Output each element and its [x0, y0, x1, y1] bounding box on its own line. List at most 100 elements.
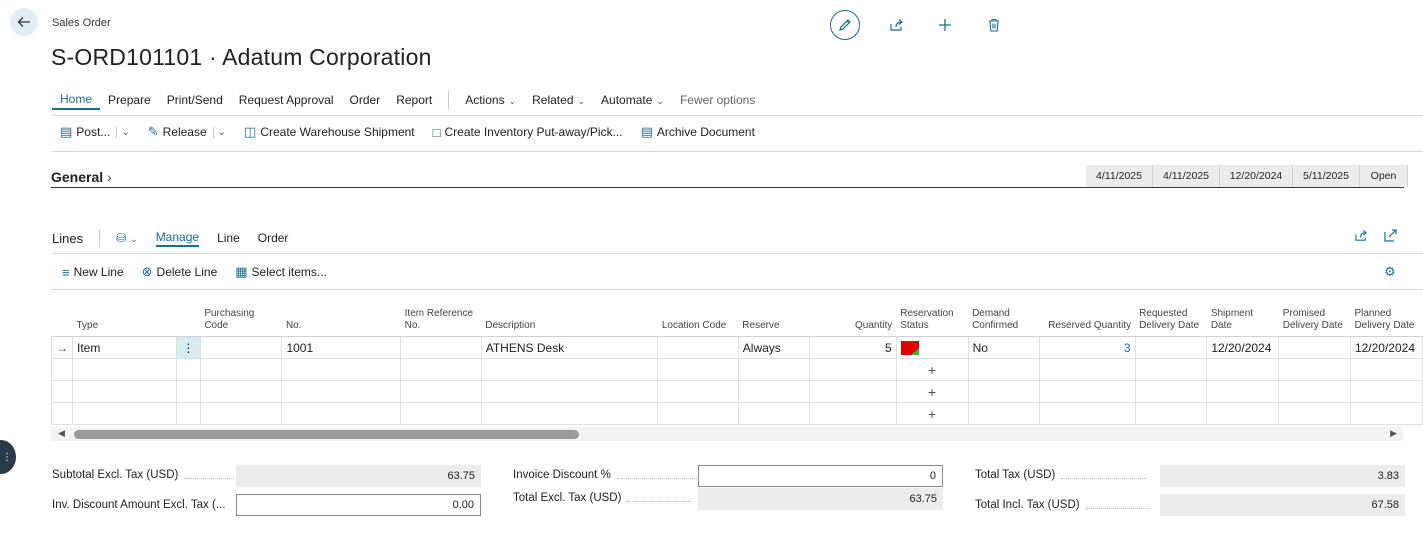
- scrollbar-thumb[interactable]: [74, 430, 579, 439]
- add-reservation-icon[interactable]: +: [895, 402, 969, 425]
- total-excl-tax-value: 63.75: [698, 488, 943, 510]
- edit-button[interactable]: [830, 10, 860, 40]
- subtotal-label-text: Subtotal Excl. Tax (USD): [52, 469, 179, 481]
- menu-print-send[interactable]: Print/Send: [159, 91, 231, 109]
- cell-location-code[interactable]: [657, 336, 739, 359]
- delete-line-button[interactable]: ⊗ Delete Line: [142, 264, 218, 280]
- release-button[interactable]: ✎ Release ⌄: [148, 124, 226, 140]
- chevron-down-icon: ⌄: [508, 96, 517, 106]
- delete-button[interactable]: [978, 9, 1010, 41]
- cell-reserve[interactable]: Always: [737, 336, 811, 359]
- new-line-button[interactable]: ≡ New Line: [62, 265, 124, 280]
- cell-quantity[interactable]: 5: [809, 336, 897, 359]
- lines-view-options-button[interactable]: ⛁ ⌄: [116, 231, 138, 245]
- col-reserved-quantity[interactable]: Reserved Quantity: [1039, 290, 1136, 337]
- general-title: General: [51, 169, 104, 185]
- total-tax-label: Total Tax (USD): [975, 469, 1159, 481]
- col-item-reference-no[interactable]: Item Reference No.: [400, 290, 482, 337]
- scroll-left-icon[interactable]: ◀: [58, 428, 65, 439]
- col-description[interactable]: Description: [481, 290, 658, 337]
- col-demand-confirmed[interactable]: Demand Confirmed: [968, 290, 1040, 337]
- side-panel-toggle[interactable]: ⋮: [0, 440, 16, 474]
- scroll-right-icon[interactable]: ▶: [1390, 428, 1397, 439]
- col-promised-delivery-date[interactable]: Promised Delivery Date: [1278, 290, 1351, 337]
- expand-lines-icon[interactable]: [1384, 229, 1397, 245]
- inv-discount-amount-label: Inv. Discount Amount Excl. Tax (...: [52, 499, 226, 511]
- col-shipment-date[interactable]: Shipment Date: [1206, 290, 1279, 337]
- cell-no[interactable]: 1001: [281, 336, 402, 359]
- menu-divider-line: [52, 115, 1423, 116]
- col-type[interactable]: Type: [72, 290, 177, 337]
- grid-header-row: Type Purchasing Code No. Item Reference …: [51, 290, 1423, 337]
- inv-discount-amount-input[interactable]: 0.00: [236, 494, 481, 516]
- new-button[interactable]: [929, 9, 961, 41]
- post-button[interactable]: ▤ Post... ⌄: [60, 124, 130, 140]
- empty-row[interactable]: +: [51, 358, 1423, 381]
- chevron-down-icon[interactable]: ⌄: [116, 126, 130, 138]
- menu-request-approval[interactable]: Request Approval: [231, 91, 342, 109]
- col-reserve[interactable]: Reserve: [738, 290, 810, 337]
- empty-row[interactable]: +: [51, 402, 1423, 425]
- personalize-icon[interactable]: ⚙: [1384, 264, 1396, 280]
- lines-divider: [99, 229, 101, 247]
- add-reservation-icon[interactable]: +: [895, 358, 969, 381]
- warehouse-shipment-icon: ◫: [244, 124, 257, 139]
- menu-report[interactable]: Report: [388, 91, 440, 109]
- page-type-label: Sales Order: [52, 17, 111, 29]
- lines-table: Type Purchasing Code No. Item Reference …: [51, 290, 1423, 425]
- total-tax-value: 3.83: [1160, 465, 1405, 487]
- col-purchasing-code[interactable]: Purchasing Code: [200, 290, 282, 337]
- menu-related[interactable]: Related ⌄: [524, 91, 593, 109]
- select-items-button[interactable]: ▦ Select items...: [235, 264, 327, 280]
- lines-tab-line[interactable]: Line: [217, 231, 240, 245]
- col-requested-delivery-date[interactable]: Requested Delivery Date: [1135, 290, 1207, 337]
- share-lines-icon[interactable]: [1354, 229, 1368, 245]
- col-reservation-status[interactable]: Reservation Status: [896, 290, 969, 337]
- share-button[interactable]: [880, 9, 912, 41]
- chevron-down-icon[interactable]: ⌄: [212, 126, 226, 138]
- menu-prepare[interactable]: Prepare: [100, 91, 159, 109]
- horizontal-scrollbar[interactable]: ◀ ▶: [51, 427, 1403, 441]
- cell-type[interactable]: Item: [72, 336, 177, 359]
- add-plus-icon: [939, 19, 951, 31]
- cell-planned-delivery-date[interactable]: 12/20/2024: [1349, 336, 1423, 359]
- lines-tab-manage[interactable]: Manage: [155, 230, 200, 247]
- menu-order[interactable]: Order: [342, 91, 389, 109]
- cell-description[interactable]: ATHENS Desk: [480, 336, 659, 359]
- empty-row[interactable]: +: [51, 380, 1423, 403]
- release-icon: ✎: [147, 124, 159, 139]
- subtotal-value: 63.75: [236, 465, 481, 487]
- create-warehouse-shipment-button[interactable]: ◫ Create Warehouse Shipment: [244, 124, 415, 140]
- back-button[interactable]: [10, 8, 38, 36]
- lines-tab-order[interactable]: Order: [258, 231, 289, 245]
- general-underline: [51, 187, 1404, 188]
- general-fasttab-header[interactable]: General ›: [51, 169, 112, 185]
- table-row[interactable]: → Item ⋮ 1001 ATHENS Desk Always 5 No 3 …: [51, 336, 1423, 359]
- cell-shipment-date[interactable]: 12/20/2024: [1206, 336, 1280, 359]
- cell-promised-delivery-date[interactable]: [1278, 336, 1351, 359]
- select-items-icon: ▦: [235, 264, 248, 279]
- menu-automate[interactable]: Automate ⌄: [593, 91, 672, 109]
- col-no[interactable]: No.: [281, 290, 401, 337]
- cell-reservation-status[interactable]: [895, 336, 969, 359]
- cell-demand-confirmed[interactable]: No: [967, 336, 1041, 359]
- create-inventory-putaway-button[interactable]: □ Create Inventory Put-away/Pick...: [433, 125, 623, 140]
- menu-actions[interactable]: Actions ⌄: [457, 91, 524, 109]
- menu-home[interactable]: Home: [52, 90, 101, 110]
- cell-requested-delivery-date[interactable]: [1134, 336, 1208, 359]
- back-arrow-icon: [17, 17, 30, 27]
- col-quantity[interactable]: Quantity: [809, 290, 897, 337]
- cell-item-reference-no[interactable]: [400, 336, 482, 359]
- add-reservation-icon[interactable]: +: [895, 380, 969, 403]
- invoice-discount-pct-input[interactable]: 0: [698, 465, 943, 487]
- row-menu-button[interactable]: ⋮: [175, 336, 201, 359]
- cell-reserved-quantity[interactable]: 3: [1039, 336, 1136, 359]
- new-line-label: New Line: [73, 265, 124, 279]
- menu-fewer-options[interactable]: Fewer options: [672, 91, 763, 109]
- archive-document-button[interactable]: ▤ Archive Document: [641, 124, 755, 140]
- col-handle: [51, 290, 73, 337]
- delete-trash-icon: [989, 18, 999, 32]
- col-location-code[interactable]: Location Code: [657, 290, 739, 337]
- col-planned-delivery-date[interactable]: Planned Delivery Date: [1350, 290, 1423, 337]
- cell-purchasing-code[interactable]: [199, 336, 283, 359]
